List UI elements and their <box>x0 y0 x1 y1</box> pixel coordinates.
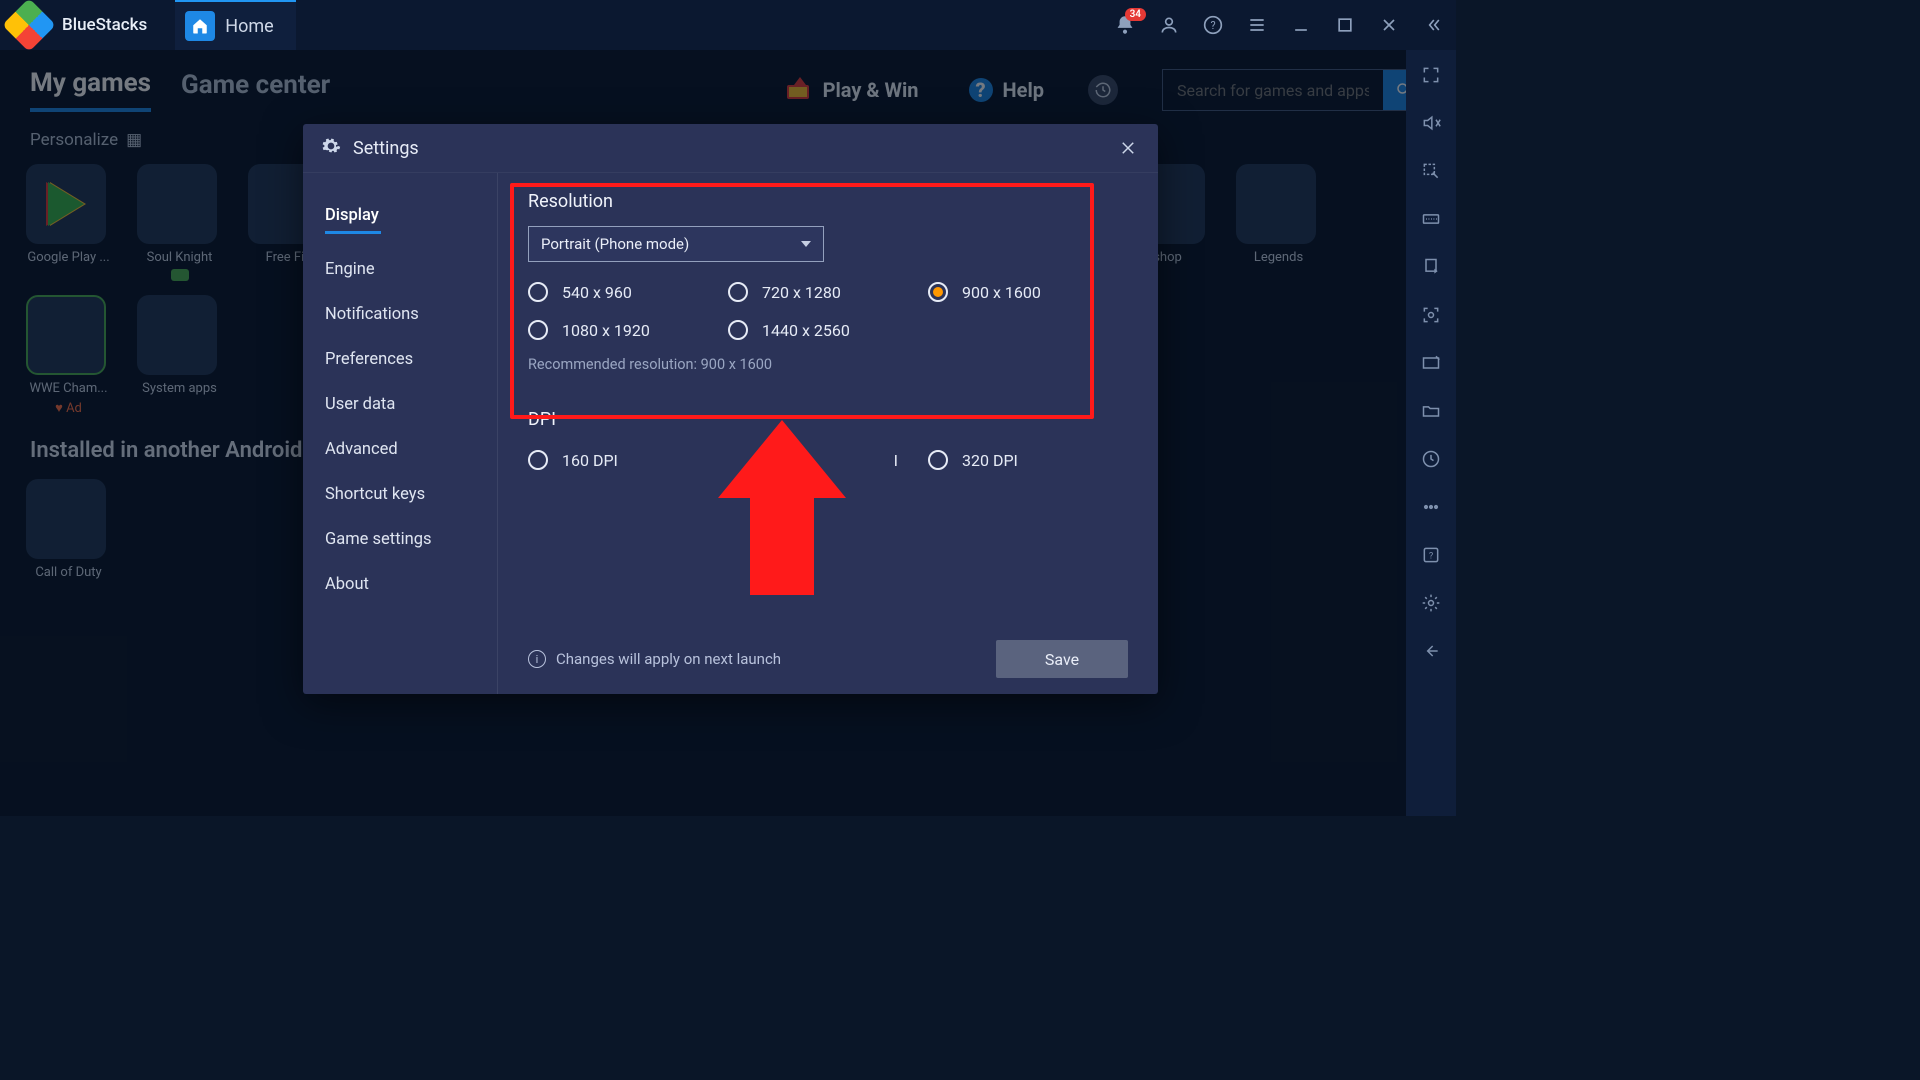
svg-text:?: ? <box>1210 19 1215 32</box>
radio-320dpi[interactable]: 320 DPI <box>928 450 1128 470</box>
collapse-sidebar-icon[interactable] <box>1422 14 1444 36</box>
more-icon[interactable] <box>1420 496 1442 518</box>
settings-gear-icon <box>321 136 341 160</box>
radio-1080x1920[interactable]: 1080 x 1920 <box>528 320 728 340</box>
close-window-icon[interactable] <box>1378 14 1400 36</box>
resolution-hint: Recommended resolution: 900 x 1600 <box>528 356 1128 373</box>
notifications-icon[interactable]: 34 <box>1114 14 1136 36</box>
resolution-options: 540 x 960 720 x 1280 900 x 1600 1080 x 1… <box>528 282 1128 340</box>
folder-icon[interactable] <box>1420 400 1442 422</box>
sidebar-item-advanced[interactable]: Advanced <box>325 427 497 472</box>
sidebar-item-display[interactable]: Display <box>325 193 497 247</box>
hamburger-icon[interactable] <box>1246 14 1268 36</box>
chevron-down-icon <box>801 241 811 247</box>
resolution-mode-value: Portrait (Phone mode) <box>541 235 689 253</box>
radio-540x960[interactable]: 540 x 960 <box>528 282 728 302</box>
right-toolbar: ? <box>1406 50 1456 816</box>
volume-icon[interactable] <box>1420 112 1442 134</box>
settings-content: Resolution Portrait (Phone mode) 540 x 9… <box>498 173 1158 694</box>
dpi-options: 160 DPI I 320 DPI <box>528 450 1128 470</box>
modal-header: Settings <box>303 124 1158 172</box>
resolution-title: Resolution <box>528 191 1128 212</box>
fullscreen-icon[interactable] <box>1420 64 1442 86</box>
modal-title: Settings <box>353 138 419 159</box>
radio-1440x2560[interactable]: 1440 x 2560 <box>728 320 928 340</box>
brand-label: BlueStacks <box>62 15 147 35</box>
title-bar: BlueStacks Home 34 ? <box>0 0 1456 50</box>
footer-info: i Changes will apply on next launch <box>528 650 781 668</box>
sidebar-item-engine[interactable]: Engine <box>325 247 497 292</box>
maximize-icon[interactable] <box>1334 14 1356 36</box>
back-icon[interactable] <box>1420 640 1442 662</box>
sidebar-item-notifications[interactable]: Notifications <box>325 292 497 337</box>
clock-icon[interactable] <box>1420 448 1442 470</box>
sidebar-item-shortcut-keys[interactable]: Shortcut keys <box>325 472 497 517</box>
sidebar-item-about[interactable]: About <box>325 562 497 607</box>
footer-info-text: Changes will apply on next launch <box>556 650 781 668</box>
modal-close-button[interactable] <box>1116 136 1140 160</box>
home-icon <box>185 11 215 41</box>
tab-home-label: Home <box>225 16 273 37</box>
radio-900x1600[interactable]: 900 x 1600 <box>928 282 1128 302</box>
svg-text:?: ? <box>1429 551 1433 561</box>
screenshot-icon[interactable] <box>1420 352 1442 374</box>
save-button[interactable]: Save <box>996 640 1128 678</box>
bluestacks-logo-icon <box>2 0 56 52</box>
settings-gear-icon[interactable] <box>1420 592 1442 614</box>
radio-160dpi[interactable]: 160 DPI <box>528 450 728 470</box>
account-icon[interactable] <box>1158 14 1180 36</box>
settings-modal: Settings Display Engine Notifications Pr… <box>303 124 1158 694</box>
select-icon[interactable] <box>1420 160 1442 182</box>
radio-720x1280[interactable]: 720 x 1280 <box>728 282 928 302</box>
modal-footer: i Changes will apply on next launch Save <box>528 640 1128 678</box>
notification-badge: 34 <box>1125 8 1146 21</box>
tab-home[interactable]: Home <box>175 0 295 50</box>
question-icon[interactable]: ? <box>1420 544 1442 566</box>
install-apk-icon[interactable] <box>1420 256 1442 278</box>
camera-focus-icon[interactable] <box>1420 304 1442 326</box>
help-titlebar-icon[interactable]: ? <box>1202 14 1224 36</box>
sidebar-item-game-settings[interactable]: Game settings <box>325 517 497 562</box>
resolution-mode-dropdown[interactable]: Portrait (Phone mode) <box>528 226 824 262</box>
keyboard-icon[interactable] <box>1420 208 1442 230</box>
info-icon: i <box>528 650 546 668</box>
sidebar-item-user-data[interactable]: User data <box>325 382 497 427</box>
sidebar-item-preferences[interactable]: Preferences <box>325 337 497 382</box>
radio-dpi-middle[interactable]: I <box>728 450 928 470</box>
minimize-icon[interactable] <box>1290 14 1312 36</box>
settings-sidebar: Display Engine Notifications Preferences… <box>303 173 498 694</box>
dpi-title: DPI <box>528 409 1128 430</box>
titlebar-controls: 34 ? <box>1114 14 1444 36</box>
